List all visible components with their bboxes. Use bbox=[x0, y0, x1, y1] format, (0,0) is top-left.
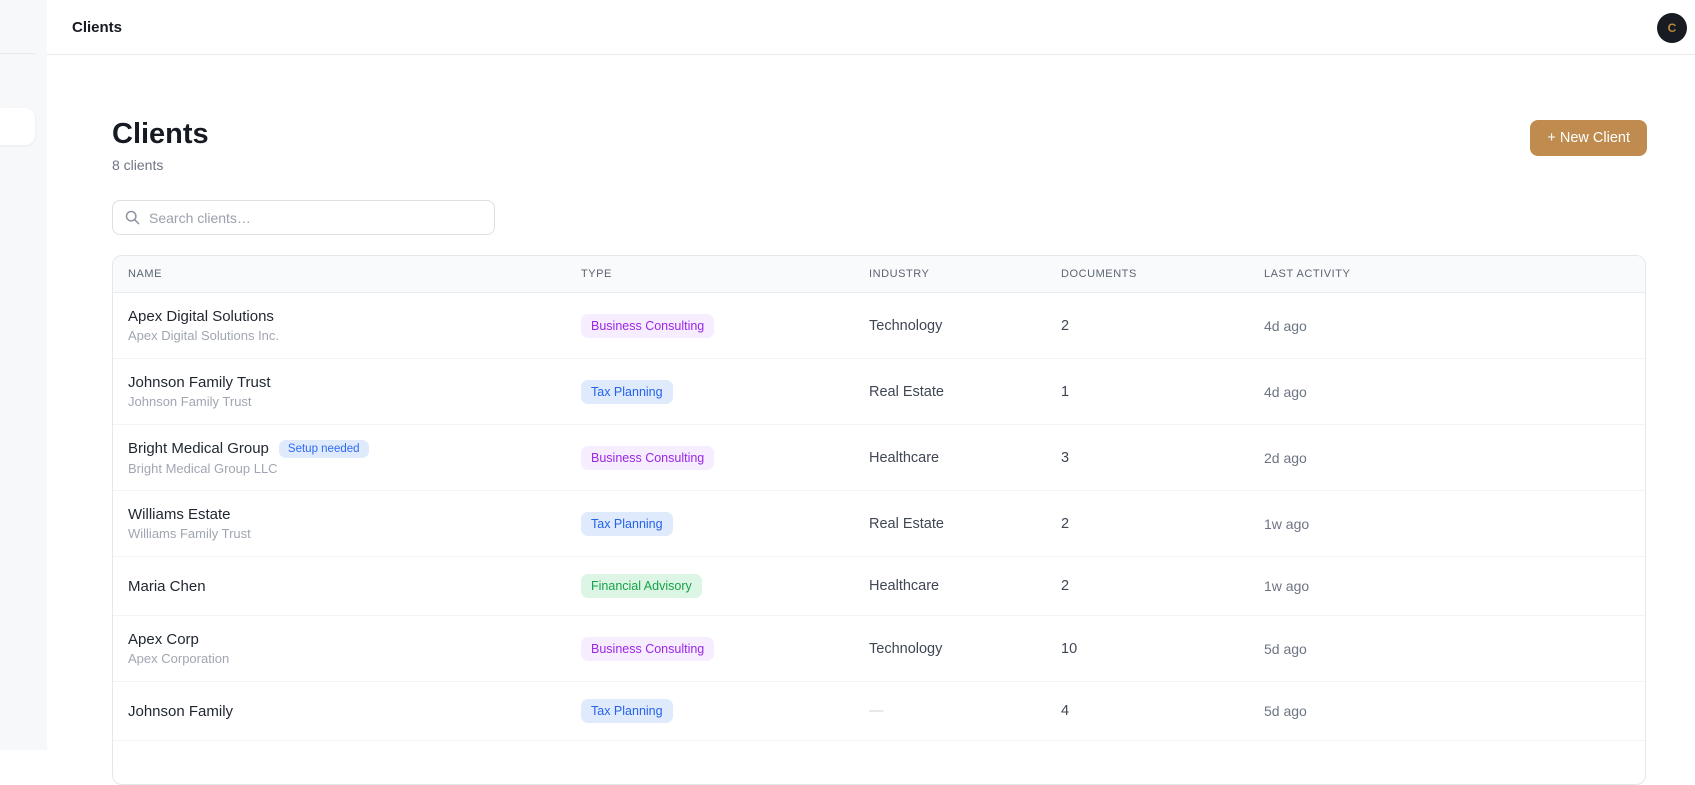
client-subtitle: Johnson Family Trust bbox=[128, 394, 252, 409]
sidebar-divider bbox=[0, 53, 35, 54]
table-row[interactable]: Johnson Family Tax Planning — 4 5d ago bbox=[113, 682, 1645, 741]
search-box[interactable] bbox=[112, 200, 495, 235]
client-documents: 2 bbox=[1061, 578, 1070, 594]
client-documents: 4 bbox=[1061, 703, 1070, 719]
table-body: Apex Digital Solutions Apex Digital Solu… bbox=[113, 293, 1645, 741]
client-documents: 2 bbox=[1061, 515, 1070, 532]
client-type-cell: Business Consulting bbox=[581, 445, 869, 470]
client-type-badge: Tax Planning bbox=[581, 511, 673, 536]
column-header-type: TYPE bbox=[581, 268, 612, 280]
client-type-badge: Business Consulting bbox=[581, 636, 715, 661]
table-row[interactable]: Maria Chen Financial Advisory Healthcare… bbox=[113, 557, 1645, 616]
client-last-activity: 5d ago bbox=[1264, 703, 1307, 719]
topbar-title: Clients bbox=[72, 18, 123, 36]
clients-table: NAME TYPE INDUSTRY DOCUMENTS LAST ACTIVI… bbox=[112, 255, 1646, 785]
client-type-badge: Financial Advisory bbox=[581, 574, 702, 598]
client-type-badge: Business Consulting bbox=[581, 313, 715, 338]
table-row[interactable]: Williams Estate Williams Family Trust Ta… bbox=[113, 491, 1645, 557]
avatar-initial: C bbox=[1667, 21, 1677, 35]
client-last-activity: 4d ago bbox=[1264, 317, 1307, 334]
client-name-cell: Johnson Family Trust Johnson Family Trus… bbox=[128, 374, 581, 409]
client-name-cell: Maria Chen bbox=[128, 578, 581, 595]
table-row[interactable]: Apex Corp Apex Corporation Business Cons… bbox=[113, 616, 1645, 682]
client-type-cell: Tax Planning bbox=[581, 699, 869, 723]
sidebar-item-clients[interactable] bbox=[0, 108, 35, 145]
search-input[interactable] bbox=[149, 209, 469, 226]
client-last-activity: 5d ago bbox=[1264, 640, 1307, 657]
client-documents: 10 bbox=[1061, 640, 1078, 657]
client-industry: Healthcare bbox=[869, 578, 940, 594]
client-industry: Technology bbox=[869, 317, 943, 334]
client-industry: Real Estate bbox=[869, 515, 944, 532]
client-type-badge: Tax Planning bbox=[581, 699, 673, 723]
column-header-documents: DOCUMENTS bbox=[1061, 268, 1137, 280]
topbar: Clients C bbox=[47, 0, 1695, 55]
client-name-cell: Johnson Family bbox=[128, 703, 581, 720]
client-last-activity: 4d ago bbox=[1264, 383, 1307, 400]
table-row[interactable]: Johnson Family Trust Johnson Family Trus… bbox=[113, 359, 1645, 425]
client-name-cell: Apex Corp Apex Corporation bbox=[128, 631, 581, 666]
table-row[interactable]: Apex Digital Solutions Apex Digital Solu… bbox=[113, 293, 1645, 359]
client-documents: 3 bbox=[1061, 449, 1070, 466]
client-last-activity: 1w ago bbox=[1264, 515, 1310, 532]
client-name: Bright Medical Group bbox=[128, 440, 269, 457]
client-industry: Technology bbox=[869, 640, 943, 657]
client-name: Johnson Family bbox=[128, 702, 234, 720]
client-industry: — bbox=[869, 703, 884, 719]
column-header-industry: INDUSTRY bbox=[869, 268, 930, 280]
new-client-button[interactable]: + New Client bbox=[1530, 120, 1647, 156]
client-documents: 1 bbox=[1061, 383, 1070, 400]
client-documents: 2 bbox=[1061, 317, 1070, 334]
client-type-cell: Business Consulting bbox=[581, 313, 869, 338]
client-subtitle: Williams Family Trust bbox=[128, 526, 251, 541]
column-header-name: NAME bbox=[128, 268, 162, 280]
table-row[interactable]: Bright Medical Group Setup needed Bright… bbox=[113, 425, 1645, 491]
client-industry: Real Estate bbox=[869, 383, 944, 400]
client-name: Williams Estate bbox=[128, 506, 231, 523]
table-header-row: NAME TYPE INDUSTRY DOCUMENTS LAST ACTIVI… bbox=[113, 256, 1645, 293]
client-last-activity: 1w ago bbox=[1264, 578, 1310, 594]
client-name-cell: Bright Medical Group Setup needed Bright… bbox=[128, 439, 581, 476]
client-subtitle: Apex Digital Solutions Inc. bbox=[128, 328, 280, 343]
client-type-badge: Tax Planning bbox=[581, 379, 673, 404]
column-header-last-activity: LAST ACTIVITY bbox=[1264, 268, 1351, 280]
client-subtitle: Bright Medical Group LLC bbox=[128, 460, 278, 476]
page-title: Clients bbox=[112, 118, 209, 150]
main-content: Clients 8 clients + New Client NAME TYPE… bbox=[47, 56, 1695, 785]
client-name: Apex Corp bbox=[128, 631, 199, 648]
sidebar bbox=[0, 0, 47, 750]
client-name: Johnson Family Trust bbox=[128, 374, 271, 391]
client-type-cell: Tax Planning bbox=[581, 379, 869, 404]
client-name-cell: Williams Estate Williams Family Trust bbox=[128, 506, 581, 541]
client-name-cell: Apex Digital Solutions Apex Digital Solu… bbox=[128, 308, 581, 343]
client-count: 8 clients bbox=[112, 157, 164, 173]
setup-needed-badge: Setup needed bbox=[278, 439, 369, 458]
client-type-cell: Financial Advisory bbox=[581, 574, 869, 598]
client-name: Maria Chen bbox=[128, 577, 206, 595]
client-last-activity: 2d ago bbox=[1264, 449, 1307, 466]
client-industry: Healthcare bbox=[869, 449, 940, 466]
client-type-badge: Business Consulting bbox=[581, 445, 715, 470]
client-subtitle: Apex Corporation bbox=[128, 651, 230, 666]
user-avatar[interactable]: C bbox=[1657, 13, 1687, 43]
client-type-cell: Tax Planning bbox=[581, 511, 869, 536]
client-type-cell: Business Consulting bbox=[581, 636, 869, 661]
search-icon bbox=[125, 210, 140, 225]
client-name: Apex Digital Solutions bbox=[128, 308, 274, 325]
